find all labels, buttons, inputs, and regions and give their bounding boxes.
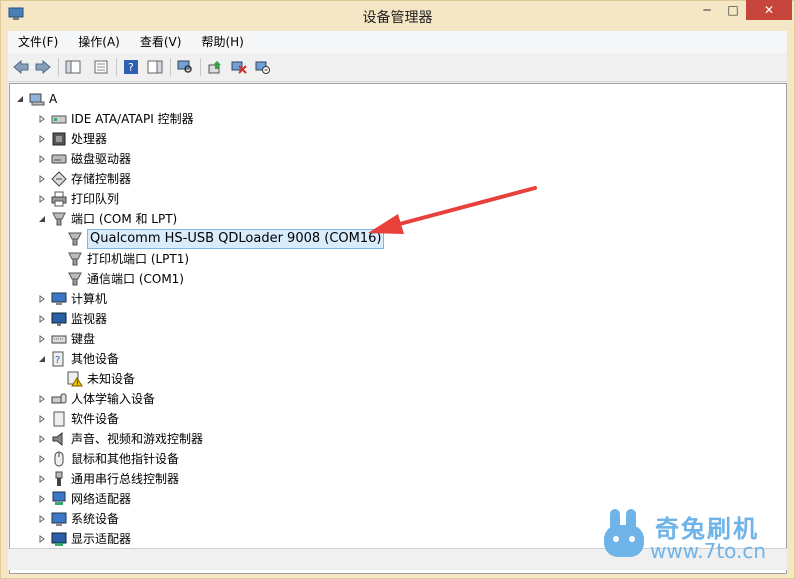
watermark-url: www.7to.cn: [650, 539, 767, 563]
annotation-arrow: [368, 186, 537, 234]
rabbit-logo-icon: [604, 509, 644, 557]
watermark: 奇兔刷机 www.7to.cn: [600, 507, 780, 567]
